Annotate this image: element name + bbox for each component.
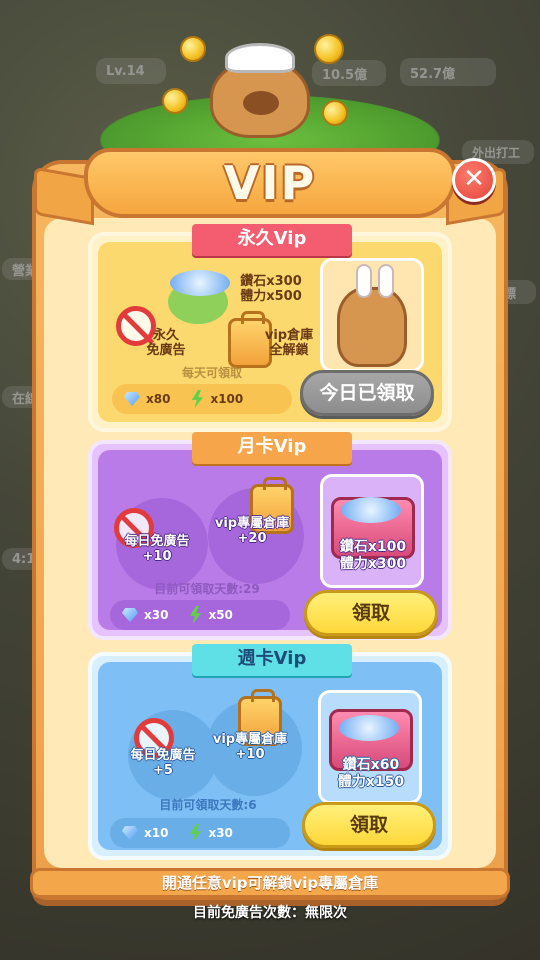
capybara-chef-mascot bbox=[210, 43, 310, 138]
monthly-claim-button[interactable]: 領取 bbox=[304, 590, 438, 636]
gem-icon bbox=[122, 608, 138, 622]
gem-icon bbox=[122, 826, 138, 840]
daily-reward-pill: x80 x100 bbox=[112, 384, 292, 414]
claimed-today-button[interactable]: 今日已領取 bbox=[300, 370, 434, 416]
weekly-days-label: 目前可領取天數:6 bbox=[159, 798, 257, 812]
weekly-vip-card: 週卡Vip 每日免廣告 +5 vip專屬倉庫 +10 目前可領取天數:6 x10… bbox=[88, 644, 452, 860]
monthly-days-label: 目前可領取天數:29 bbox=[154, 582, 260, 596]
monthly-vip-card: 月卡Vip 每日免廣告 +10 vip專屬倉庫 +20 目前可領取天數:29 x… bbox=[88, 432, 452, 640]
stamina-bolt-icon bbox=[189, 606, 202, 624]
permanent-warehouse-label: vip倉庫 全解鎖 bbox=[264, 328, 314, 358]
permanent-vip-card: 永久Vip 鑽石x300 體力x500 永久 免廣告 vip倉庫 全解鎖 每天可… bbox=[88, 224, 452, 432]
close-icon: ✕ bbox=[463, 164, 485, 194]
gem-pile-icon bbox=[170, 270, 230, 296]
coin-icon bbox=[162, 88, 188, 114]
gem-icon bbox=[124, 392, 140, 406]
daily-claim-label: 每天可領取 bbox=[181, 366, 242, 380]
weekly-claim-button[interactable]: 領取 bbox=[302, 802, 436, 848]
daily-stamina-amount: x100 bbox=[210, 392, 244, 406]
monthly-vip-tag: 月卡Vip bbox=[192, 432, 352, 464]
permanent-gems-label: 鑽石x300 體力x500 bbox=[240, 274, 302, 304]
weekly-vip-tag: 週卡Vip bbox=[192, 644, 352, 676]
coin-icon bbox=[322, 100, 348, 126]
monthly-gem-amount: x30 bbox=[144, 608, 169, 622]
coin-icon bbox=[314, 34, 344, 64]
ribbon-band: VIP bbox=[84, 148, 456, 218]
weekly-reward-box: 鑽石x60 體力x150 bbox=[318, 690, 422, 804]
permanent-reward-box bbox=[320, 258, 424, 372]
permanent-vip-tag: 永久Vip bbox=[192, 224, 352, 256]
weekly-warehouse-label: vip專屬倉庫 +10 bbox=[212, 732, 288, 762]
ad-free-count-note: 目前免廣告次數：無限次 bbox=[193, 905, 347, 921]
weekly-gem-amount: x10 bbox=[144, 826, 169, 840]
monthly-warehouse-label: vip專屬倉庫 +20 bbox=[214, 516, 290, 546]
dialog-title: VIP bbox=[223, 156, 317, 210]
chef-hat-icon bbox=[225, 43, 295, 73]
stamina-bolt-icon bbox=[189, 824, 202, 842]
weekly-stamina-amount: x30 bbox=[208, 826, 233, 840]
mascot-nose bbox=[243, 91, 279, 115]
close-button[interactable]: ✕ bbox=[452, 158, 496, 202]
monthly-daily-pill: x30 x50 bbox=[110, 600, 290, 630]
monthly-stamina-amount: x50 bbox=[208, 608, 233, 622]
monthly-noad-label: 每日免廣告 +10 bbox=[124, 534, 190, 564]
gem-pile-icon bbox=[339, 715, 399, 741]
gem-pile-icon bbox=[341, 497, 401, 523]
weekly-daily-pill: x10 x30 bbox=[110, 818, 290, 848]
weekly-noad-label: 每日免廣告 +5 bbox=[130, 748, 196, 778]
monthly-reward-box: 鑽石x100 體力x300 bbox=[320, 474, 424, 588]
stamina-bolt-icon bbox=[191, 390, 204, 408]
daily-gem-amount: x80 bbox=[146, 392, 171, 406]
permanent-noad-label: 永久 免廣告 bbox=[146, 328, 186, 358]
monthly-reward-label: 鑽石x100 體力x300 bbox=[339, 539, 407, 572]
weekly-reward-label: 鑽石x60 體力x150 bbox=[337, 757, 405, 790]
capybara-bunny-maid-icon bbox=[337, 264, 407, 367]
coin-icon bbox=[180, 36, 206, 62]
unlock-warehouse-banner: 開通任意vip可解鎖vip專屬倉庫 bbox=[30, 868, 510, 898]
title-ribbon: VIP bbox=[34, 130, 506, 230]
